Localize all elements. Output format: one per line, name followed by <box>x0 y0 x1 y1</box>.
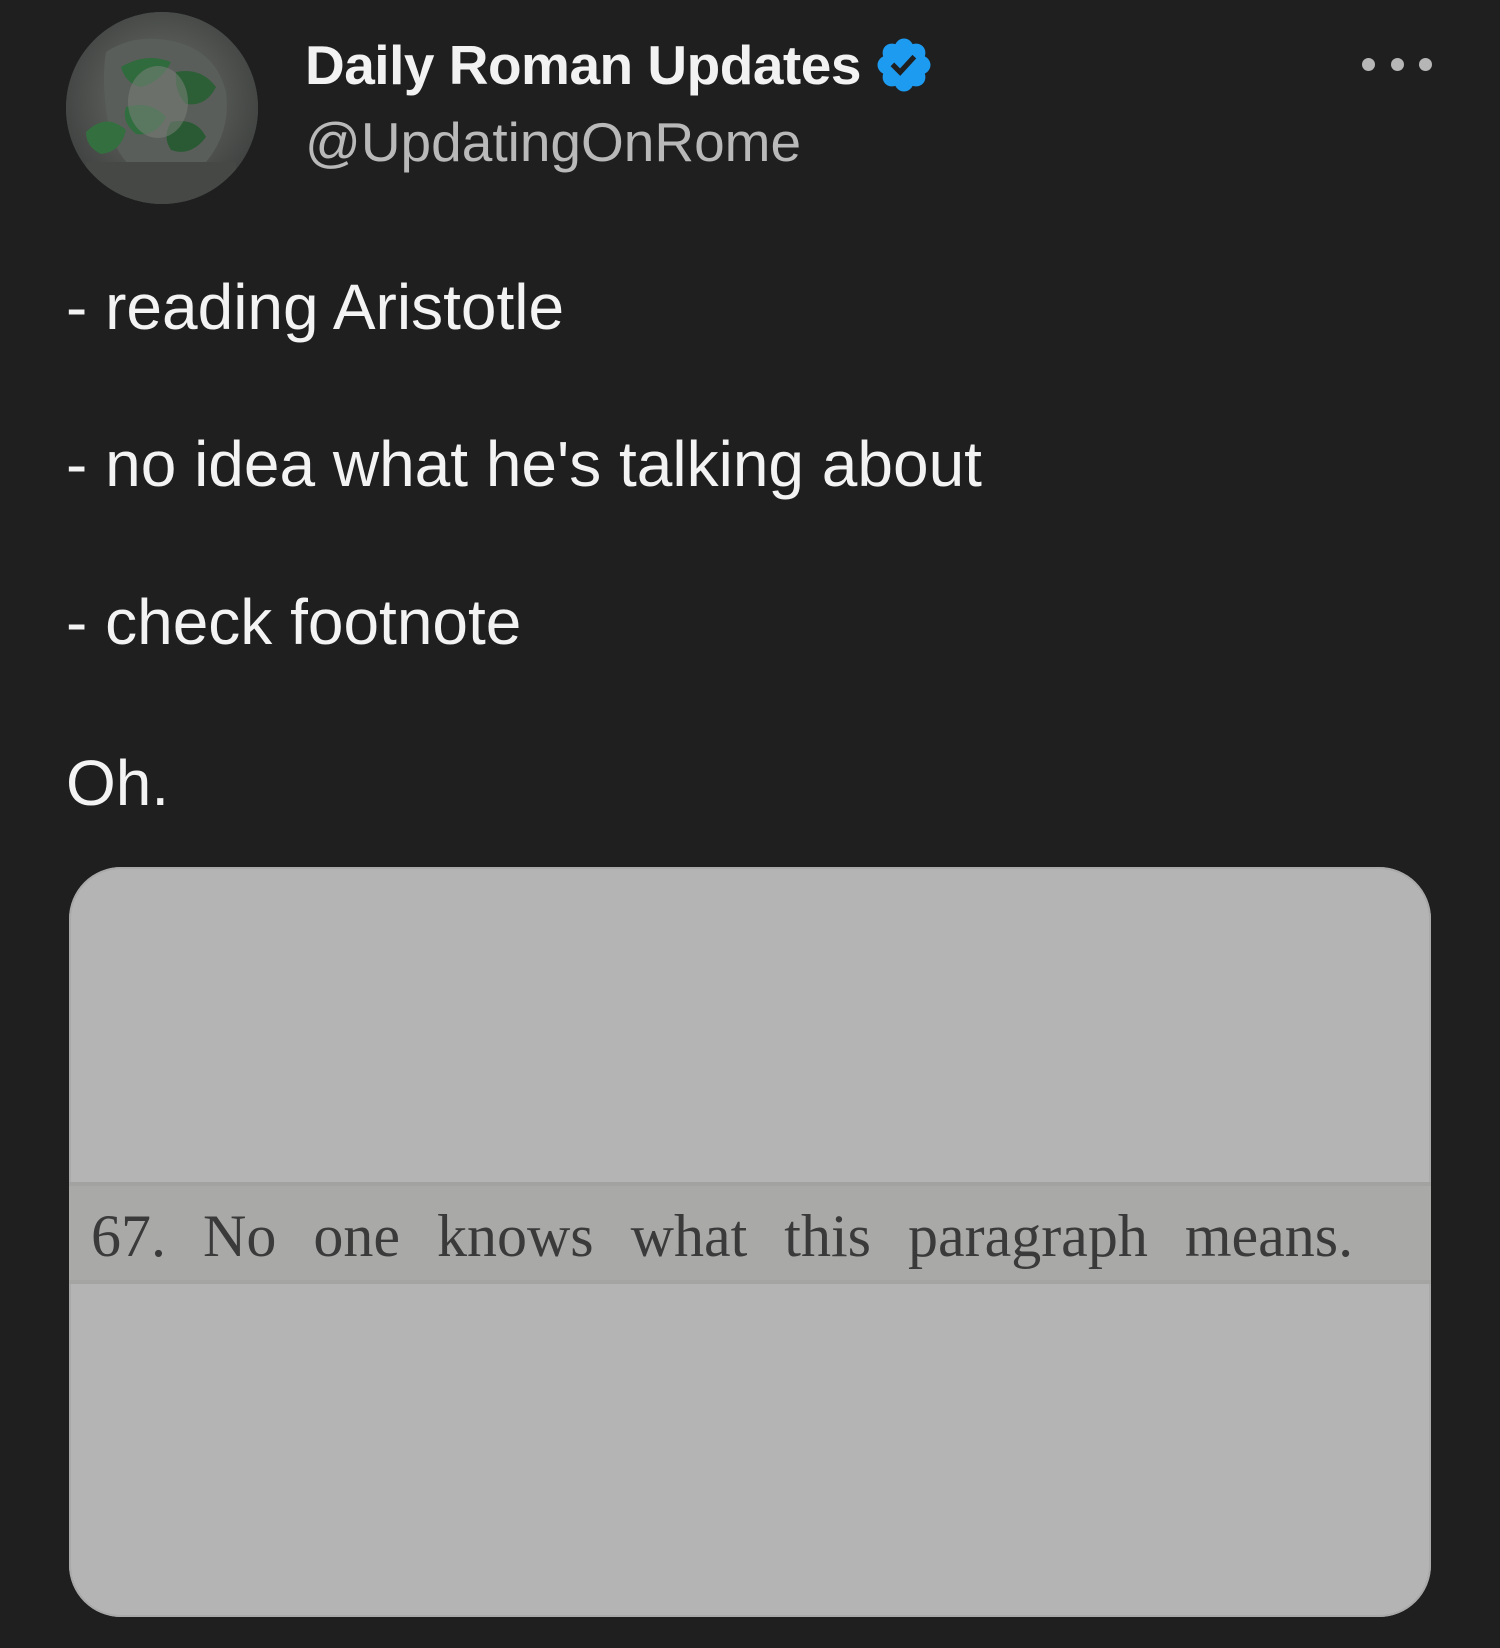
ellipsis-icon-dot <box>1362 57 1375 71</box>
author-handle[interactable]: @UpdatingOnRome <box>305 110 935 174</box>
tweet: Daily Roman Updates @UpdatingOnRome - re… <box>0 0 1500 1648</box>
author-name-row: Daily Roman Updates <box>305 30 935 100</box>
tweet-text-line: Oh. <box>66 747 170 819</box>
statue-avatar-icon <box>66 12 258 204</box>
tweet-text-line: - check footnote <box>66 586 522 658</box>
author-block: Daily Roman Updates @UpdatingOnRome <box>305 30 935 174</box>
ellipsis-icon-dot <box>1419 57 1432 71</box>
footnote-strip: 67. No one knows what this paragraph mea… <box>69 1182 1431 1284</box>
author-display-name[interactable]: Daily Roman Updates <box>305 33 861 97</box>
tweet-text-line: - reading Aristotle <box>66 271 565 343</box>
more-options-button[interactable] <box>1362 50 1432 78</box>
tweet-text-line: - no idea what he's talking about <box>66 428 982 500</box>
verified-check-icon <box>873 34 935 96</box>
tweet-media-image[interactable]: 67. No one knows what this paragraph mea… <box>69 867 1431 1617</box>
avatar[interactable] <box>66 12 258 204</box>
footnote-text: 67. No one knows what this paragraph mea… <box>91 1203 1354 1269</box>
ellipsis-icon-dot <box>1390 57 1404 71</box>
